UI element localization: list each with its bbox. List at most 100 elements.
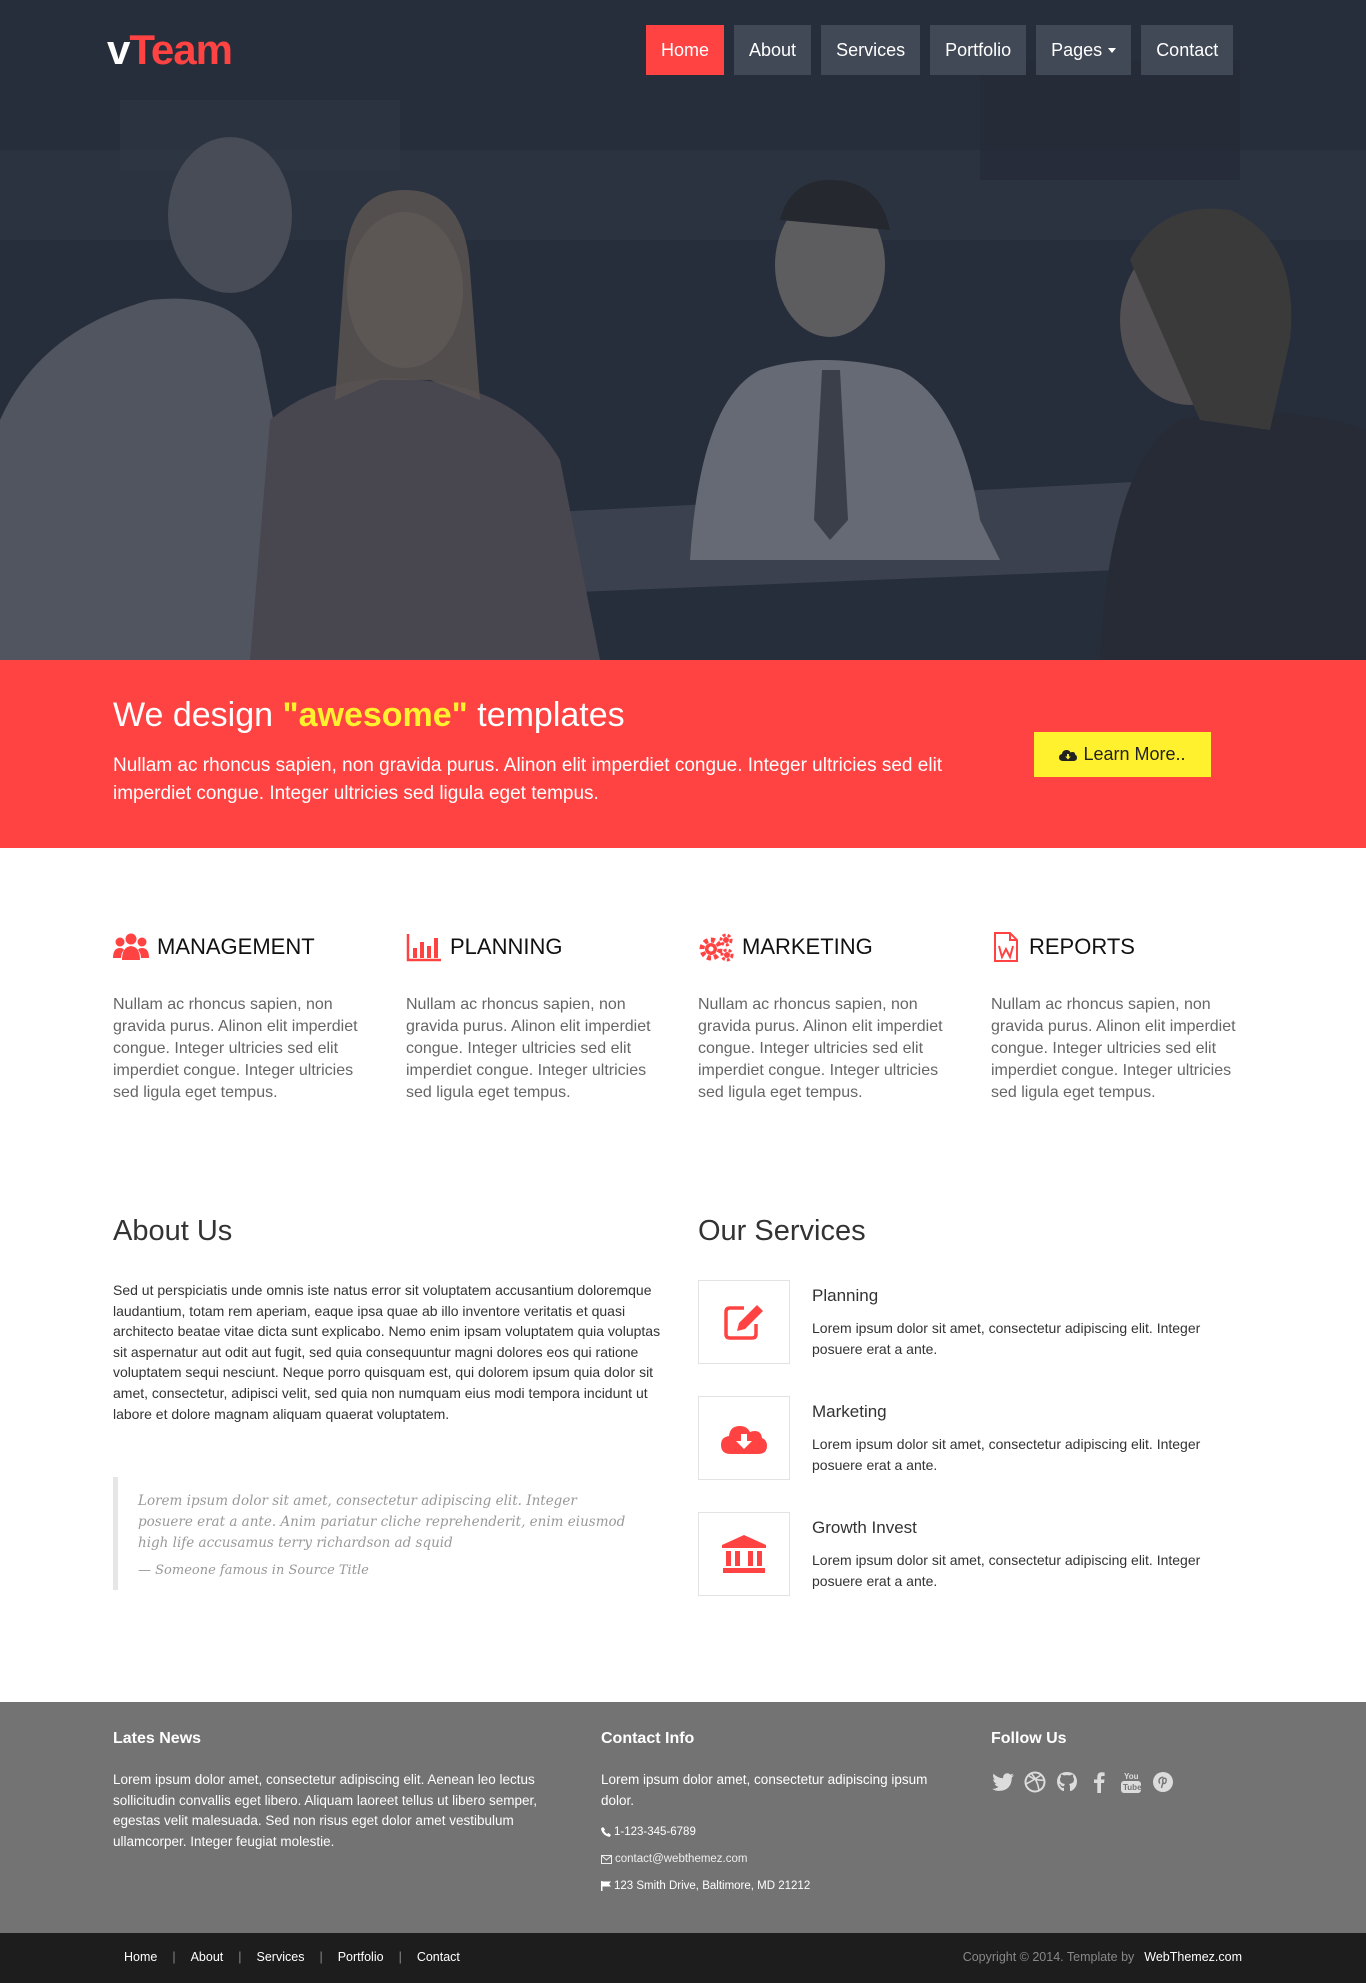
- site-footer: Lates News Lorem ipsum dolor amet, conse…: [0, 1702, 1366, 1933]
- about-text: Sed ut perspiciatis unde omnis iste natu…: [113, 1282, 661, 1422]
- feature-marketing: MARKETING Nullam ac rhoncus sapien, non …: [698, 932, 948, 1104]
- phone-icon: [601, 1827, 611, 1837]
- feature-title: MARKETING: [742, 934, 873, 959]
- footer-link-about[interactable]: About: [191, 1950, 224, 1964]
- feature-text: Nullam ac rhoncus sapien, non gravida pu…: [406, 996, 651, 1101]
- about-quote: Lorem ipsum dolor sit amet, consectetur …: [113, 1477, 633, 1590]
- email-text: contact@webthemez.com: [615, 1853, 748, 1865]
- bank-icon: [722, 1535, 766, 1573]
- feature-text: Nullam ac rhoncus sapien, non gravida pu…: [113, 996, 358, 1101]
- service-title: Planning: [812, 1286, 879, 1305]
- service-title: Marketing: [812, 1402, 887, 1421]
- nav-portfolio[interactable]: Portfolio: [930, 25, 1027, 75]
- service-icon-box: [698, 1512, 790, 1596]
- site-logo[interactable]: vTeam: [107, 26, 233, 74]
- pinterest-icon[interactable]: [1151, 1770, 1175, 1794]
- logo-name: Team: [129, 26, 233, 73]
- contact-email[interactable]: contact@webthemez.com: [601, 1853, 747, 1865]
- footer-link-portfolio[interactable]: Portfolio: [338, 1950, 384, 1964]
- credit-link[interactable]: WebThemez.com: [1144, 1950, 1242, 1964]
- learn-more-button[interactable]: Learn More..: [1034, 732, 1211, 777]
- services-title: Our Services: [698, 1215, 866, 1247]
- feature-reports: REPORTS Nullam ac rhoncus sapien, non gr…: [991, 932, 1241, 1104]
- service-marketing: Marketing Lorem ipsum dolor sit amet, co…: [698, 1396, 1258, 1480]
- edit-icon: [724, 1305, 763, 1340]
- nav-home[interactable]: Home: [646, 25, 725, 75]
- dribbble-icon[interactable]: [1023, 1770, 1047, 1794]
- separator: |: [172, 1950, 176, 1964]
- news-text: Lorem ipsum dolor amet, consectetur adip…: [113, 1772, 537, 1849]
- nav-home-label: Home: [661, 39, 710, 60]
- word-file-icon: [994, 932, 1018, 962]
- youtube-icon[interactable]: You Tube: [1119, 1770, 1143, 1794]
- hero-photo: [0, 0, 1366, 660]
- footer-link-services[interactable]: Services: [257, 1950, 305, 1964]
- cloud-download-icon: [1059, 749, 1078, 761]
- callout-title-highlight: "awesome": [282, 696, 468, 734]
- nav-services-label: Services: [836, 39, 906, 60]
- twitter-icon[interactable]: [991, 1770, 1015, 1794]
- feature-title: MANAGEMENT: [157, 934, 315, 959]
- contact-text: Lorem ipsum dolor amet, consectetur adip…: [601, 1772, 928, 1808]
- feature-text: Nullam ac rhoncus sapien, non gravida pu…: [698, 996, 943, 1101]
- callout-title: We design "awesome" templates: [113, 696, 625, 735]
- callout-section: We design "awesome" templates Nullam ac …: [0, 660, 1366, 848]
- nav-pages-label: Pages: [1051, 39, 1103, 60]
- quote-source: — Someone famous in Source Title: [138, 1563, 369, 1578]
- footer-nav: Home | About | Services | Portfolio | Contac…: [124, 1950, 460, 1964]
- svg-text:You: You: [1124, 1772, 1139, 1781]
- callout-title-pre: We design: [113, 696, 283, 734]
- quote-text: Lorem ipsum dolor sit amet, consectetur …: [138, 1493, 626, 1551]
- footer-link-contact[interactable]: Contact: [417, 1950, 460, 1964]
- service-text: Lorem ipsum dolor sit amet, consectetur …: [812, 1436, 1201, 1473]
- main-nav: Home About Services Portfolio Pages Cont…: [646, 25, 1234, 75]
- service-growth-invest: Growth Invest Lorem ipsum dolor sit amet…: [698, 1512, 1258, 1596]
- logo-prefix: v: [107, 26, 130, 73]
- nav-contact-label: Contact: [1156, 39, 1219, 60]
- hero-banner: vTeam Home About Services Portfolio Page…: [0, 0, 1366, 660]
- feature-management: MANAGEMENT Nullam ac rhoncus sapien, non…: [113, 932, 363, 1104]
- bottom-bar: Home | About | Services | Portfolio | Contac…: [0, 1933, 1366, 1983]
- feature-text: Nullam ac rhoncus sapien, non gravida pu…: [991, 996, 1236, 1101]
- separator: |: [398, 1950, 402, 1964]
- caret-down-icon: [1108, 47, 1117, 53]
- cloud-download-icon: [721, 1426, 767, 1454]
- facebook-icon[interactable]: [1087, 1770, 1111, 1794]
- gears-icon: [699, 933, 734, 962]
- flag-icon: [601, 1881, 611, 1891]
- nav-services[interactable]: Services: [821, 25, 921, 75]
- envelope-icon: [601, 1854, 612, 1864]
- feature-title: REPORTS: [1029, 934, 1135, 959]
- feature-planning: PLANNING Nullam ac rhoncus sapien, non g…: [406, 932, 656, 1104]
- copyright: Copyright © 2014. Template by WebThemez.c…: [963, 1950, 1242, 1964]
- contact-address: 123 Smith Drive, Baltimore, MD 21212: [601, 1880, 810, 1892]
- callout-text: Nullam ac rhoncus sapien, non gravida pu…: [113, 755, 943, 804]
- feature-title: PLANNING: [450, 934, 563, 959]
- footer-link-home[interactable]: Home: [124, 1950, 157, 1964]
- service-icon-box: [698, 1396, 790, 1480]
- social-links: You Tube: [991, 1770, 1175, 1794]
- users-icon: [113, 933, 149, 960]
- service-text: Lorem ipsum dolor sit amet, consectetur …: [812, 1320, 1201, 1357]
- separator: |: [238, 1950, 242, 1964]
- service-text: Lorem ipsum dolor sit amet, consectetur …: [812, 1552, 1201, 1589]
- copyright-text: Copyright © 2014. Template by: [962, 1950, 1135, 1964]
- contact-title: Contact Info: [601, 1730, 695, 1747]
- address-text: 123 Smith Drive, Baltimore, MD 21212: [614, 1880, 811, 1892]
- bar-chart-icon: [406, 934, 441, 962]
- service-icon-box: [698, 1280, 790, 1364]
- nav-about[interactable]: About: [734, 25, 812, 75]
- follow-title: Follow Us: [991, 1730, 1067, 1747]
- nav-portfolio-label: Portfolio: [945, 39, 1012, 60]
- news-title: Lates News: [113, 1730, 202, 1747]
- about-title: About Us: [113, 1215, 233, 1247]
- service-planning: Planning Lorem ipsum dolor sit amet, con…: [698, 1280, 1258, 1364]
- callout-title-post: templates: [467, 696, 625, 734]
- learn-more-label: Learn More..: [1083, 744, 1186, 764]
- separator: |: [319, 1950, 323, 1964]
- svg-text:Tube: Tube: [1123, 1783, 1142, 1792]
- github-icon[interactable]: [1055, 1770, 1079, 1794]
- nav-contact[interactable]: Contact: [1141, 25, 1234, 75]
- service-title: Growth Invest: [812, 1518, 917, 1537]
- nav-pages-dropdown[interactable]: Pages: [1036, 25, 1132, 75]
